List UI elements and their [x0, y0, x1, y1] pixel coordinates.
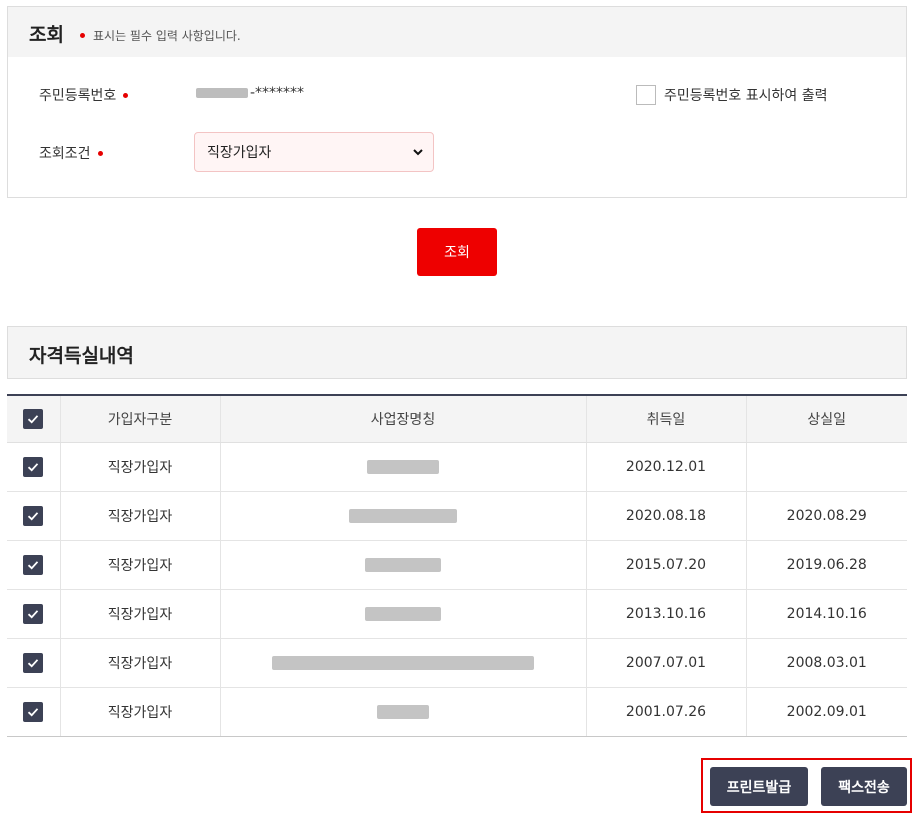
row-acquired: 2007.07.01 [585, 638, 746, 688]
row-workplace [219, 589, 586, 639]
row-workplace [219, 638, 586, 688]
column-header-acquired: 취득일 [585, 395, 746, 443]
condition-select[interactable]: 직장가입자 [194, 132, 434, 172]
table-row: 직장가입자 2001.07.26 2002.09.01 [7, 687, 907, 737]
check-icon [28, 609, 39, 618]
column-header-lost: 상실일 [745, 395, 907, 443]
check-icon [28, 414, 39, 424]
show-rrn-checkbox-label: 주민등록번호 표시하여 출력 [664, 88, 828, 104]
column-header-type: 가입자구분 [59, 395, 220, 443]
row-lost: 2019.06.28 [745, 540, 907, 590]
table-row: 직장가입자 2013.10.16 2014.10.16 [7, 589, 907, 639]
row-type: 직장가입자 [59, 687, 220, 737]
check-icon [28, 560, 39, 569]
required-dot-icon [97, 150, 103, 156]
rrn-label: 주민등록번호 [39, 85, 129, 105]
row-lost [745, 442, 907, 492]
check-icon [28, 707, 39, 716]
search-button[interactable]: 조회 [417, 228, 497, 276]
row-acquired: 2020.08.18 [585, 491, 746, 541]
rrn-value: -******* [196, 85, 304, 101]
rrn-redacted [196, 88, 248, 98]
check-icon [28, 462, 39, 471]
inquiry-section-header: 조회 표시는 필수 입력 사항입니다. [7, 6, 907, 58]
condition-selected-value: 직장가입자 [207, 145, 272, 161]
select-all-cell [7, 395, 60, 443]
row-checkbox[interactable] [23, 456, 44, 477]
required-note-text: 표시는 필수 입력 사항입니다. [93, 29, 241, 43]
row-workplace [219, 540, 586, 590]
check-icon [28, 658, 39, 667]
required-dot-icon [80, 33, 85, 38]
history-title: 자격득실내역 [29, 345, 134, 367]
row-workplace [219, 442, 586, 492]
column-header-workplace: 사업장명칭 [219, 395, 586, 443]
history-table: 가입자구분 사업장명칭 취득일 상실일 직장가입자 2020.12.01 직장가… [7, 394, 907, 737]
redacted-workplace [367, 459, 439, 474]
row-acquired: 2013.10.16 [585, 589, 746, 639]
row-type: 직장가입자 [59, 540, 220, 590]
row-type: 직장가입자 [59, 442, 220, 492]
redacted-workplace [377, 704, 429, 719]
show-rrn-checkbox[interactable] [636, 85, 656, 105]
inquiry-form: 주민등록번호 -******* 주민등록번호 표시하여 출력 조회조건 직장가입… [7, 57, 907, 198]
select-all-checkbox[interactable] [23, 408, 44, 429]
row-type: 직장가입자 [59, 491, 220, 541]
row-checkbox[interactable] [23, 505, 44, 526]
row-acquired: 2015.07.20 [585, 540, 746, 590]
chevron-down-icon [413, 149, 423, 156]
row-lost: 2014.10.16 [745, 589, 907, 639]
row-checkbox[interactable] [23, 603, 44, 624]
redacted-workplace [365, 606, 441, 621]
row-type: 직장가입자 [59, 589, 220, 639]
required-dot-icon [123, 92, 129, 98]
rrn-masked-text: -******* [250, 85, 305, 101]
row-acquired: 2020.12.01 [585, 442, 746, 492]
table-row: 직장가입자 2020.12.01 [7, 442, 907, 492]
required-note: 표시는 필수 입력 사항입니다. [80, 27, 241, 44]
table-row: 직장가입자 2020.08.18 2020.08.29 [7, 491, 907, 541]
row-checkbox[interactable] [23, 652, 44, 673]
condition-label: 조회조건 [39, 143, 103, 163]
row-type: 직장가입자 [59, 638, 220, 688]
row-lost: 2020.08.29 [745, 491, 907, 541]
row-lost: 2002.09.01 [745, 687, 907, 737]
table-row: 직장가입자 2007.07.01 2008.03.01 [7, 638, 907, 688]
table-header-row: 가입자구분 사업장명칭 취득일 상실일 [7, 395, 907, 443]
row-checkbox[interactable] [23, 554, 44, 575]
table-row: 직장가입자 2015.07.20 2019.06.28 [7, 540, 907, 590]
inquiry-title: 조회 [29, 24, 64, 46]
row-checkbox[interactable] [23, 701, 44, 722]
redacted-workplace [365, 557, 441, 572]
row-workplace [219, 491, 586, 541]
print-issue-button[interactable]: 프린트발급 [710, 767, 808, 806]
check-icon [28, 511, 39, 520]
show-rrn-option[interactable]: 주민등록번호 표시하여 출력 [636, 85, 827, 105]
row-acquired: 2001.07.26 [585, 687, 746, 737]
redacted-workplace [349, 508, 457, 523]
fax-send-button[interactable]: 팩스전송 [821, 767, 907, 806]
row-workplace [219, 687, 586, 737]
history-section-header: 자격득실내역 [7, 326, 907, 379]
redacted-workplace [272, 655, 534, 670]
row-lost: 2008.03.01 [745, 638, 907, 688]
